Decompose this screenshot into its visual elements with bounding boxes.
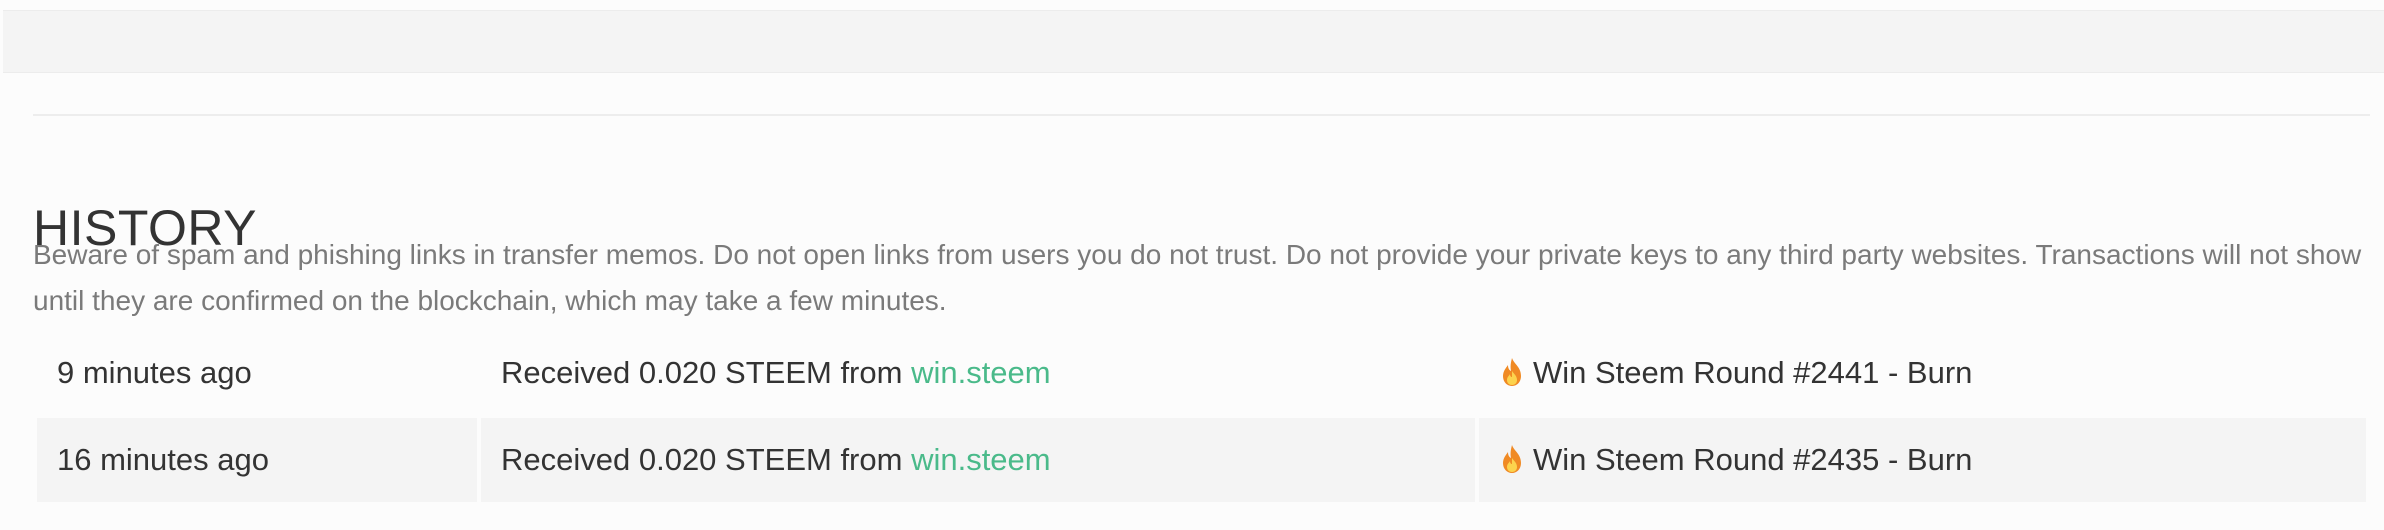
transaction-description: Received 0.020 STEEM from win.steem (481, 330, 1475, 416)
history-row: 16 minutes ago Received 0.020 STEEM from… (37, 416, 2366, 502)
transaction-time: 9 minutes ago (57, 355, 252, 390)
history-row: 9 minutes ago Received 0.020 STEEM from … (37, 330, 2366, 416)
flame-icon (1503, 358, 1521, 386)
transaction-action: Received 0.020 STEEM from (501, 442, 912, 477)
transaction-description: Received 0.020 STEEM from win.steem (481, 416, 1475, 502)
page: HISTORY Beware of spam and phishing link… (0, 0, 2384, 530)
phishing-warning: Beware of spam and phishing links in tra… (33, 239, 2362, 316)
transaction-action: Received 0.020 STEEM from (501, 355, 912, 390)
section-divider (33, 114, 2370, 116)
user-link[interactable]: win.steem (911, 355, 1051, 390)
transaction-memo: Win Steem Round #2435 - Burn (1479, 416, 2366, 502)
user-link[interactable]: win.steem (911, 442, 1051, 477)
memo-text: Win Steem Round #2441 - Burn (1533, 355, 1973, 390)
memo-text: Win Steem Round #2435 - Burn (1533, 442, 1973, 477)
transaction-memo: Win Steem Round #2441 - Burn (1479, 330, 2366, 416)
flame-icon (1503, 445, 1521, 473)
top-panel (3, 10, 2384, 73)
history-table: 9 minutes ago Received 0.020 STEEM from … (33, 330, 2370, 502)
transaction-time: 16 minutes ago (37, 416, 477, 502)
